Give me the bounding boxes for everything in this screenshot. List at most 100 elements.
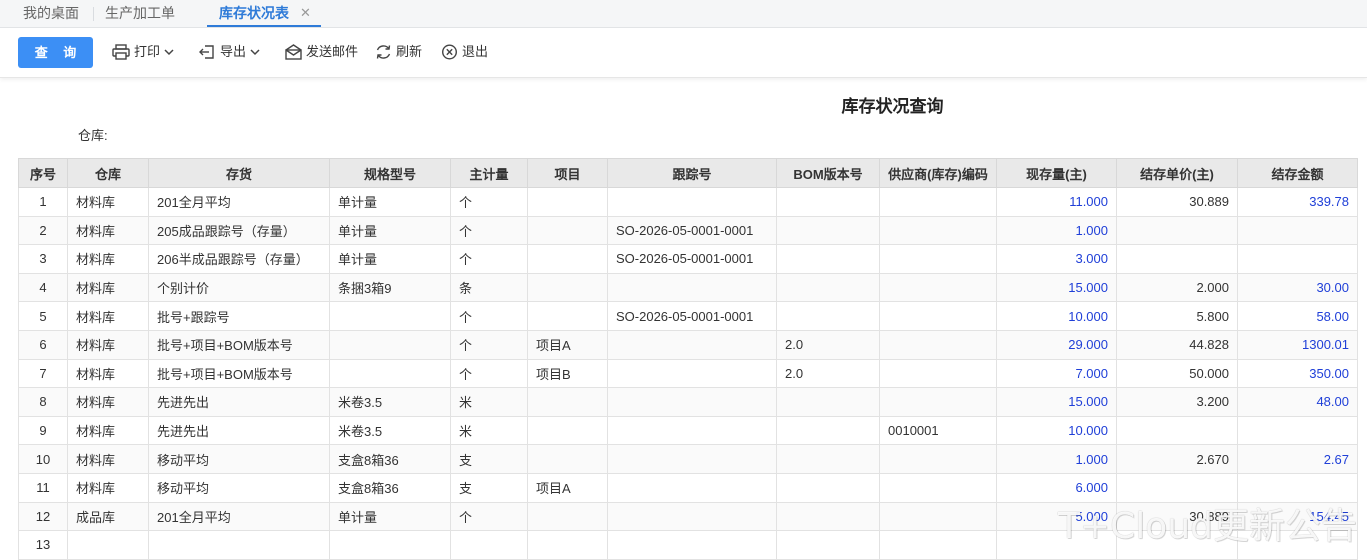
row-index-cell[interactable]: 11	[18, 472, 68, 503]
tracking-number-cell[interactable]	[607, 415, 777, 446]
unit-cell[interactable]: 个	[450, 301, 528, 331]
item-cell[interactable]: 批号+跟踪号	[148, 301, 330, 331]
amount-cell[interactable]	[1237, 415, 1358, 446]
column-header[interactable]: 结存单价(主)	[1116, 158, 1238, 188]
table-row[interactable]: 2 材料库 205成品跟踪号（存量） 单计量个 SO-2026-05-0001-0001…	[18, 215, 1358, 246]
tracking-number-cell[interactable]	[607, 387, 777, 417]
item-cell[interactable]: 205成品跟踪号（存量）	[148, 215, 330, 246]
exit-button[interactable]: 退出	[441, 42, 488, 62]
row-index-cell[interactable]: 5	[18, 301, 68, 331]
row-index-cell[interactable]: 4	[18, 272, 68, 303]
spec-cell[interactable]: 支盒8箱36	[329, 444, 451, 474]
amount-cell[interactable]: 1300.01	[1237, 329, 1358, 360]
project-cell[interactable]	[527, 501, 608, 532]
supplier-code-cell[interactable]	[879, 472, 997, 503]
warehouse-cell[interactable]: 材料库	[67, 272, 149, 303]
spec-cell[interactable]: 米卷3.5	[329, 415, 451, 446]
bom-version-cell[interactable]	[776, 387, 880, 417]
supplier-code-cell[interactable]	[879, 501, 997, 532]
spec-cell[interactable]	[329, 530, 451, 560]
tracking-number-cell[interactable]: SO-2026-05-0001-0001	[607, 244, 777, 274]
on-hand-qty-cell[interactable]: 1.000	[996, 444, 1117, 474]
tracking-number-cell[interactable]: SO-2026-05-0001-0001	[607, 301, 777, 331]
update-announcement-watermark[interactable]: T+Cloud更新公告	[1058, 497, 1357, 549]
on-hand-qty-cell[interactable]: 15.000	[996, 387, 1117, 417]
item-cell[interactable]: 201全月平均	[148, 501, 330, 532]
bom-version-cell[interactable]	[776, 530, 880, 560]
warehouse-cell[interactable]: 材料库	[67, 187, 149, 217]
warehouse-cell[interactable]: 成品库	[67, 501, 149, 532]
item-cell[interactable]: 个别计价	[148, 272, 330, 303]
row-index-cell[interactable]: 7	[18, 358, 68, 389]
spec-cell[interactable]: 条捆3箱9	[329, 272, 451, 303]
amount-cell[interactable]: 350.00	[1237, 358, 1358, 389]
project-cell[interactable]: 项目A	[527, 329, 608, 360]
tracking-number-cell[interactable]: SO-2026-05-0001-0001	[607, 215, 777, 246]
spec-cell[interactable]: 支盒8箱36	[329, 472, 451, 503]
unit-cell[interactable]: 支	[450, 444, 528, 474]
row-index-cell[interactable]: 2	[18, 215, 68, 246]
project-cell[interactable]	[527, 272, 608, 303]
tracking-number-cell[interactable]	[607, 358, 777, 389]
table-row[interactable]: 8 材料库 先进先出 米卷3.5 米 15.000 3.200 48.00	[18, 387, 1358, 417]
supplier-code-cell[interactable]	[879, 187, 997, 217]
table-row[interactable]: 3 材料库 206半成品跟踪号（存量） 单计量个 SO-2026-05-0001-000…	[18, 244, 1358, 274]
bom-version-cell[interactable]	[776, 415, 880, 446]
unit-cell[interactable]: 米	[450, 415, 528, 446]
unit-cost-cell[interactable]: 44.828	[1116, 329, 1238, 360]
item-cell[interactable]: 批号+项目+BOM版本号	[148, 329, 330, 360]
row-index-cell[interactable]: 9	[18, 415, 68, 446]
table-row[interactable]: 9 材料库 先进先出 米卷3.5 米 0010001 10.000	[18, 415, 1358, 446]
print-button[interactable]: 打印	[112, 42, 179, 62]
amount-cell[interactable]	[1237, 215, 1358, 246]
unit-cell[interactable]: 个	[450, 501, 528, 532]
project-cell[interactable]	[527, 530, 608, 560]
supplier-code-cell[interactable]	[879, 444, 997, 474]
project-cell[interactable]	[527, 387, 608, 417]
row-index-cell[interactable]: 12	[18, 501, 68, 532]
tracking-number-cell[interactable]	[607, 187, 777, 217]
on-hand-qty-cell[interactable]: 10.000	[996, 415, 1117, 446]
column-header[interactable]: 存货	[148, 158, 330, 188]
spec-cell[interactable]	[329, 301, 451, 331]
row-index-cell[interactable]: 6	[18, 329, 68, 360]
supplier-code-cell[interactable]	[879, 387, 997, 417]
supplier-code-cell[interactable]: 0010001	[879, 415, 997, 446]
bom-version-cell[interactable]: 2.0	[776, 358, 880, 389]
warehouse-cell[interactable]: 材料库	[67, 444, 149, 474]
unit-cost-cell[interactable]: 50.000	[1116, 358, 1238, 389]
warehouse-cell[interactable]: 材料库	[67, 472, 149, 503]
row-index-cell[interactable]: 10	[18, 444, 68, 474]
export-button[interactable]: 导出	[199, 42, 265, 62]
project-cell[interactable]	[527, 244, 608, 274]
column-header[interactable]: BOM版本号	[776, 158, 880, 188]
tracking-number-cell[interactable]	[607, 530, 777, 560]
unit-cell[interactable]: 个	[450, 187, 528, 217]
table-row[interactable]: 7 材料库 批号+项目+BOM版本号 个项目B 2.0 7.000 50.000 350.00	[18, 358, 1358, 389]
bom-version-cell[interactable]	[776, 187, 880, 217]
unit-cost-cell[interactable]: 30.889	[1116, 187, 1238, 217]
unit-cost-cell[interactable]: 2.000	[1116, 272, 1238, 303]
unit-cell[interactable]	[450, 530, 528, 560]
spec-cell[interactable]: 单计量	[329, 187, 451, 217]
bom-version-cell[interactable]: 2.0	[776, 329, 880, 360]
bom-version-cell[interactable]	[776, 301, 880, 331]
tracking-number-cell[interactable]	[607, 501, 777, 532]
item-cell[interactable]: 201全月平均	[148, 187, 330, 217]
unit-cell[interactable]: 米	[450, 387, 528, 417]
item-cell[interactable]: 206半成品跟踪号（存量）	[148, 244, 330, 274]
refresh-button[interactable]: 刷新	[375, 42, 422, 62]
spec-cell[interactable]: 单计量	[329, 501, 451, 532]
unit-cost-cell[interactable]	[1116, 215, 1238, 246]
on-hand-qty-cell[interactable]: 7.000	[996, 358, 1117, 389]
amount-cell[interactable]: 2.67	[1237, 444, 1358, 474]
spec-cell[interactable]	[329, 358, 451, 389]
amount-cell[interactable]: 48.00	[1237, 387, 1358, 417]
amount-cell[interactable]: 30.00	[1237, 272, 1358, 303]
unit-cost-cell[interactable]	[1116, 415, 1238, 446]
spec-cell[interactable]	[329, 329, 451, 360]
project-cell[interactable]	[527, 215, 608, 246]
supplier-code-cell[interactable]	[879, 272, 997, 303]
unit-cell[interactable]: 个	[450, 329, 528, 360]
on-hand-qty-cell[interactable]: 10.000	[996, 301, 1117, 331]
